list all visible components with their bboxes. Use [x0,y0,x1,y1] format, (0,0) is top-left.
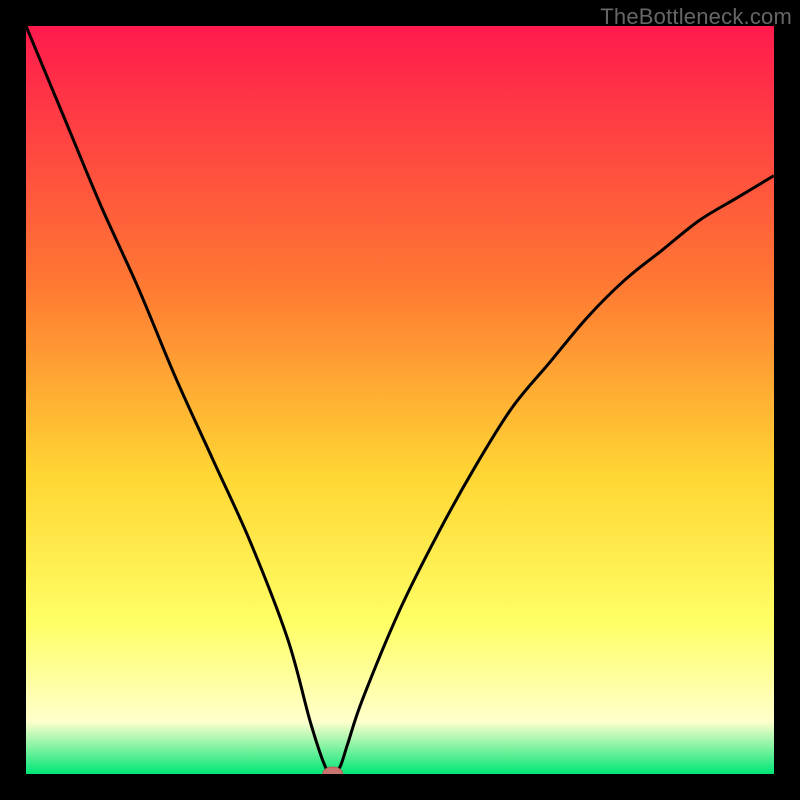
frame-left [0,0,26,800]
bottleneck-chart [0,0,800,800]
frame-bottom [0,774,800,800]
frame-right [774,0,800,800]
plot-background [26,26,774,774]
frame-top [0,0,800,26]
chart-container: TheBottleneck.com [0,0,800,800]
